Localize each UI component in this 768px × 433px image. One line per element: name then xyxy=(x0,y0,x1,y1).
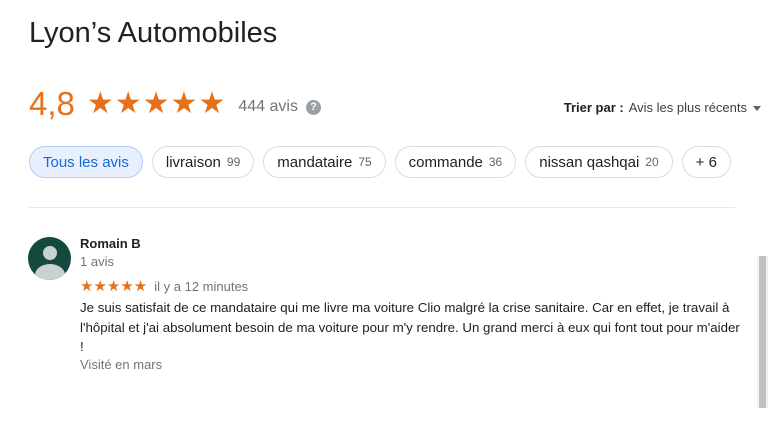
chip-label: nissan qashqai xyxy=(539,153,640,171)
rating-summary: 4,8 ★★★★★ 444 avis ? xyxy=(29,82,321,126)
review-text: Je suis satisfait de ce mandataire qui m… xyxy=(80,300,740,354)
reviewer-review-count: 1 avis xyxy=(80,254,114,269)
chip-tous-les-avis[interactable]: Tous les avis xyxy=(29,146,143,178)
chip-mandataire[interactable]: mandataire 75 xyxy=(263,146,386,178)
chip-count: 99 xyxy=(226,155,241,169)
visited-date: Visité en mars xyxy=(80,357,163,372)
reviewer-name[interactable]: Romain B xyxy=(80,236,141,251)
chip-more[interactable]: + 6 xyxy=(681,146,731,178)
scrollbar[interactable] xyxy=(757,256,768,408)
review-time: il y a 12 minutes xyxy=(154,278,249,294)
avatar-head xyxy=(43,246,57,260)
chip-count: 75 xyxy=(358,155,372,169)
chip-label: + 6 xyxy=(695,153,717,171)
divider xyxy=(29,207,735,208)
business-title: Lyon’s Automobiles xyxy=(29,17,278,49)
chip-label: commande xyxy=(408,153,483,171)
chip-label: livraison xyxy=(165,153,221,171)
rating-stars: ★★★★★ xyxy=(86,87,227,120)
sort-value[interactable]: Avis les plus récents xyxy=(629,100,747,115)
chip-label: Tous les avis xyxy=(43,153,129,171)
caret-down-icon[interactable] xyxy=(753,106,761,111)
chip-nissan-qashqai[interactable]: nissan qashqai 20 xyxy=(525,146,673,178)
review-meta: ★★★★★ il y a 12 minutes xyxy=(80,277,248,295)
chip-livraison[interactable]: livraison 99 xyxy=(151,146,255,178)
avatar-body xyxy=(35,264,65,280)
chip-commande[interactable]: commande 36 xyxy=(394,146,517,178)
sort-dropdown[interactable]: Trier par : Avis les plus récents xyxy=(564,100,761,115)
review-stars: ★★★★★ xyxy=(80,278,148,295)
chip-count: 20 xyxy=(645,155,659,169)
chip-count: 36 xyxy=(488,155,503,169)
scrollbar-thumb[interactable] xyxy=(759,256,766,408)
chip-label: mandataire xyxy=(277,153,353,171)
rating-value: 4,8 xyxy=(29,85,75,122)
sort-label: Trier par : xyxy=(563,100,624,115)
review-filter-chips: Tous les avis livraison 99 mandataire 75… xyxy=(29,146,731,178)
review-count[interactable]: 444 avis xyxy=(238,98,298,116)
help-circle-icon[interactable]: ? xyxy=(305,99,321,115)
person-icon[interactable] xyxy=(28,237,71,280)
